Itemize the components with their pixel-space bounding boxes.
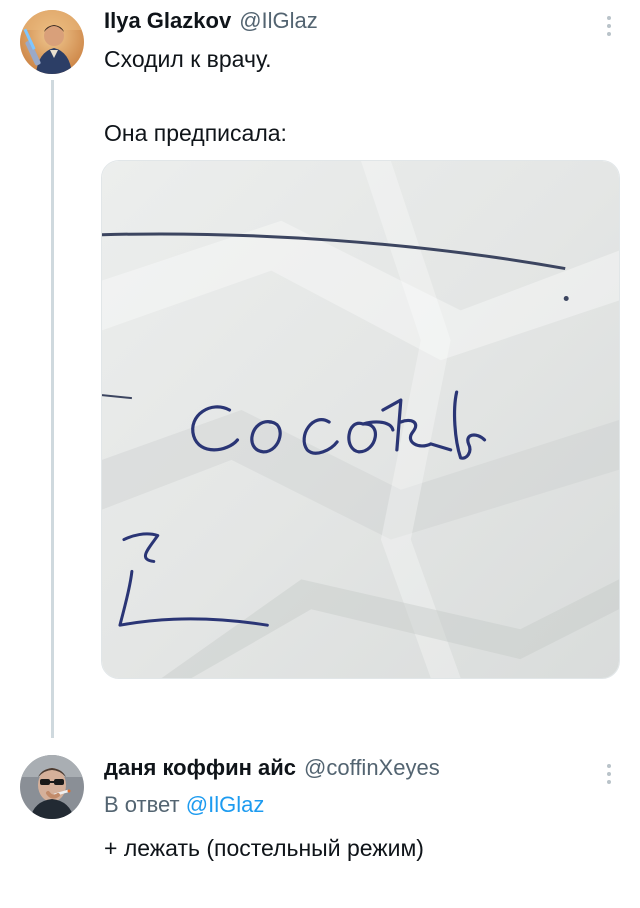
- avatar-image-danya: [20, 755, 84, 819]
- tweet-text-line-2: Она предписала:: [104, 120, 287, 146]
- reply-header: даня коффин айс @coffinXeyes: [104, 755, 440, 781]
- thread-connector-line: [51, 80, 54, 738]
- more-vertical-icon: [607, 764, 611, 768]
- more-vertical-icon: [607, 16, 611, 20]
- tweet-photo[interactable]: [101, 160, 620, 679]
- tweet-text-line-1: Сходил к врачу.: [104, 46, 272, 72]
- avatar[interactable]: [20, 755, 84, 819]
- avatar-image-ilya: [20, 10, 84, 74]
- reply-more-options-button[interactable]: [602, 760, 616, 788]
- author-handle[interactable]: @IlGlaz: [239, 8, 318, 34]
- replying-to-label: В ответ: [104, 792, 180, 817]
- replying-to: В ответ @IlGlaz: [104, 792, 264, 818]
- tweet-header: Ilya Glazkov @IlGlaz: [104, 8, 318, 34]
- reply-author-handle[interactable]: @coffinXeyes: [304, 755, 440, 781]
- handwritten-note-image: [102, 161, 619, 678]
- reply-author-name[interactable]: даня коффин айс: [104, 755, 296, 781]
- reply-text: + лежать (постельный режим): [104, 835, 424, 861]
- avatar[interactable]: [20, 10, 84, 74]
- more-options-button[interactable]: [602, 12, 616, 40]
- author-name[interactable]: Ilya Glazkov: [104, 8, 231, 34]
- mention-link[interactable]: @IlGlaz: [186, 792, 265, 817]
